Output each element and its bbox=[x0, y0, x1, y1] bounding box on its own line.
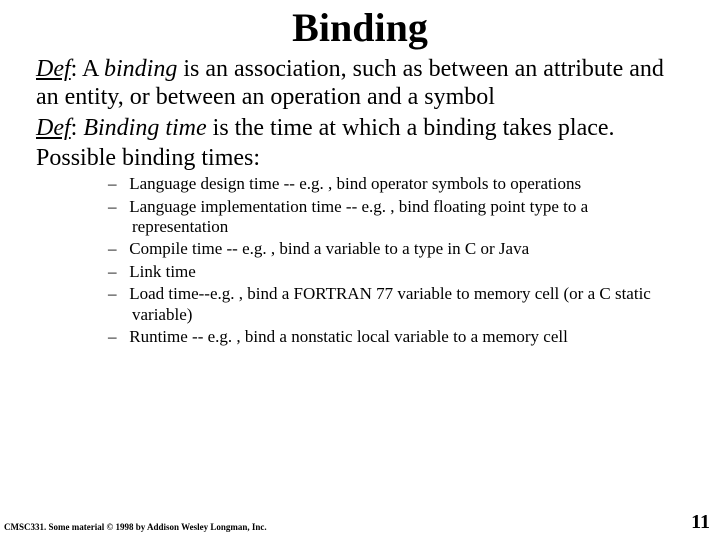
definition-2: Def: Binding time is the time at which a… bbox=[36, 114, 684, 142]
list-item: Language design time -- e.g. , bind oper… bbox=[108, 174, 684, 194]
list-item: Runtime -- e.g. , bind a nonstatic local… bbox=[108, 327, 684, 347]
def-label: Def bbox=[36, 115, 71, 141]
slide-title: Binding bbox=[0, 0, 720, 51]
slide: Binding Def: A binding is an association… bbox=[0, 0, 720, 540]
list-item: Language implementation time -- e.g. , b… bbox=[108, 197, 684, 238]
page-number: 11 bbox=[691, 511, 710, 534]
slide-body: Def: A binding is an association, such a… bbox=[0, 51, 720, 347]
def-text-before: : A bbox=[71, 56, 104, 82]
list-item: Load time--e.g. , bind a FORTRAN 77 vari… bbox=[108, 284, 684, 325]
list-item: Link time bbox=[108, 262, 684, 282]
binding-times-list: Language design time -- e.g. , bind oper… bbox=[36, 174, 684, 347]
possible-times-label: Possible binding times: bbox=[36, 144, 684, 172]
definition-1: Def: A binding is an association, such a… bbox=[36, 55, 684, 112]
list-item: Compile time -- e.g. , bind a variable t… bbox=[108, 239, 684, 259]
footer-copyright: CMSC331. Some material © 1998 by Addison… bbox=[4, 522, 267, 532]
def-term: binding bbox=[104, 56, 177, 82]
def-text-before: : bbox=[71, 115, 84, 141]
def-text-after: is the time at which a binding takes pla… bbox=[207, 115, 615, 141]
def-term: Binding time bbox=[83, 115, 206, 141]
def-label: Def bbox=[36, 56, 71, 82]
